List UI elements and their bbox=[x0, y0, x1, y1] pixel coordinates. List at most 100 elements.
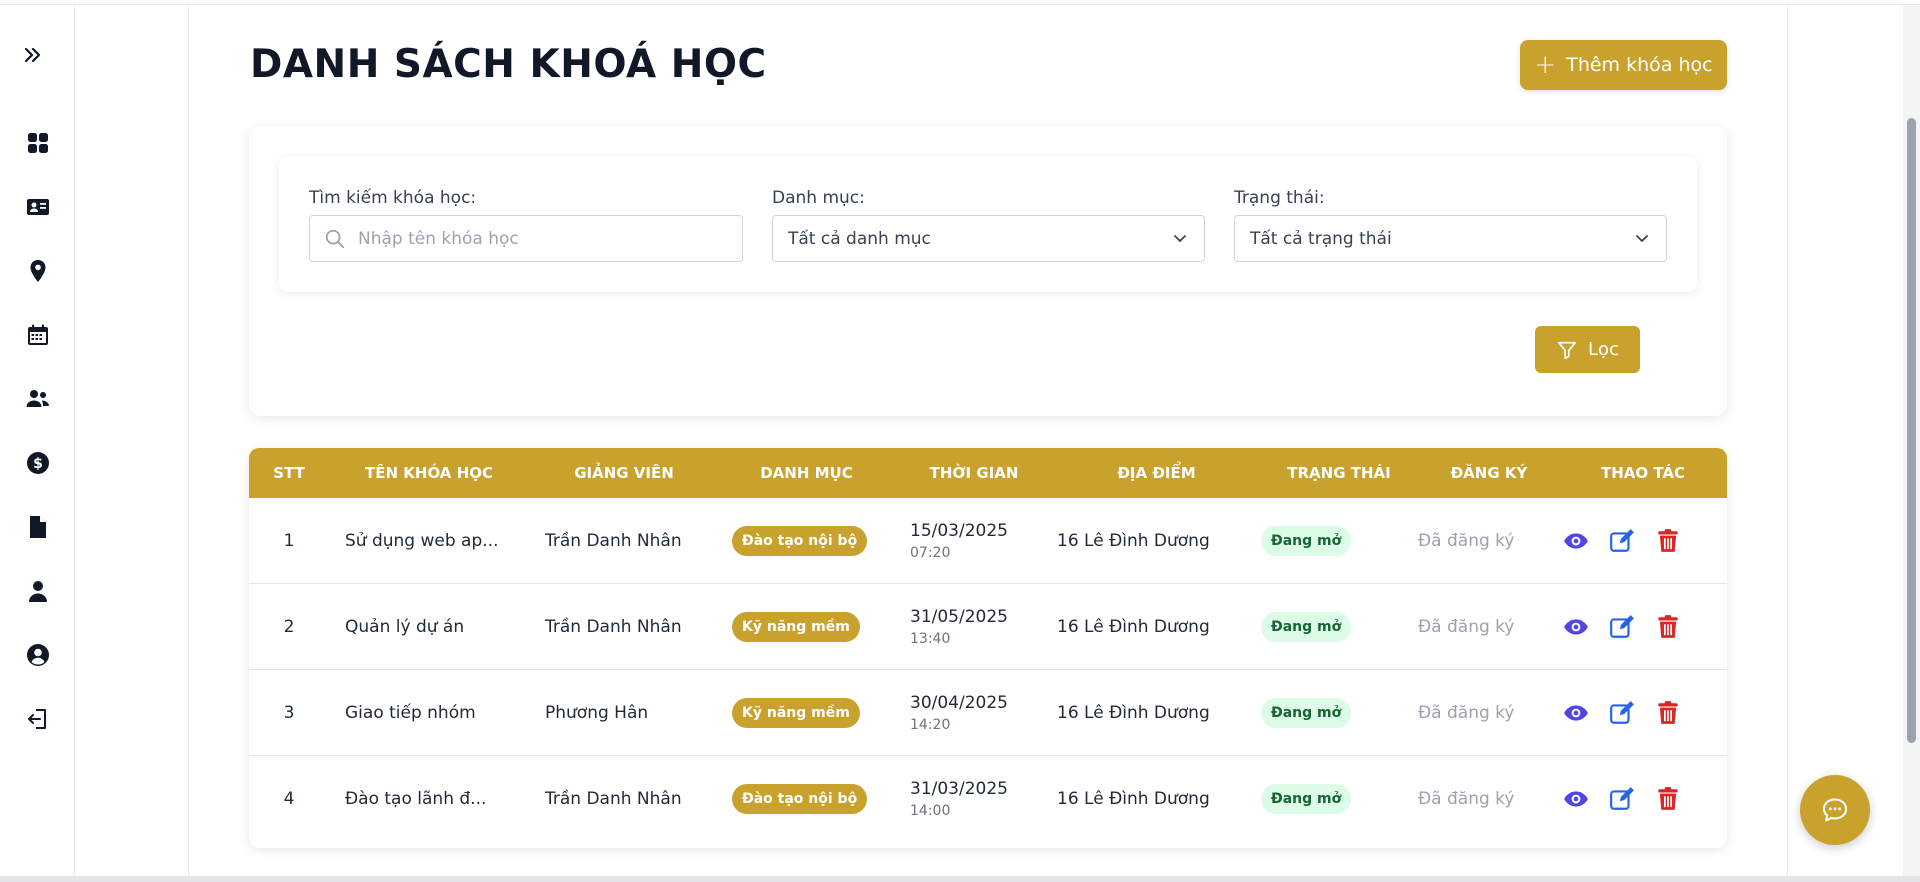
top-border bbox=[0, 0, 1920, 5]
row-course-name: Quản lý dự án bbox=[345, 617, 465, 637]
view-icon[interactable] bbox=[1562, 785, 1590, 813]
bottom-border bbox=[0, 876, 1920, 882]
category-badge: Kỹ năng mềm bbox=[732, 612, 860, 642]
row-date: 31/03/2025 bbox=[910, 779, 1008, 799]
dollar-icon[interactable]: $ bbox=[25, 450, 51, 476]
courses-table: STT TÊN KHÓA HỌC GIẢNG VIÊN DANH MỤC THỜ… bbox=[249, 448, 1727, 848]
filter-button[interactable]: Lọc bbox=[1535, 326, 1640, 373]
delete-icon[interactable] bbox=[1654, 613, 1682, 641]
logout-icon[interactable] bbox=[25, 706, 51, 732]
registration-status: Đã đăng ký bbox=[1418, 531, 1515, 551]
edit-icon[interactable] bbox=[1608, 527, 1636, 555]
row-teacher: Trần Danh Nhân bbox=[545, 617, 682, 637]
plus-icon: + bbox=[1534, 50, 1557, 80]
header-registration: ĐĂNG KÝ bbox=[1450, 464, 1528, 482]
row-time: 31/03/2025 14:00 bbox=[910, 779, 1008, 819]
left-panel bbox=[76, 6, 189, 878]
row-hour: 07:20 bbox=[910, 545, 951, 561]
table-header: STT TÊN KHÓA HỌC GIẢNG VIÊN DANH MỤC THỜ… bbox=[249, 448, 1727, 498]
chat-button[interactable] bbox=[1800, 775, 1870, 845]
search-icon bbox=[325, 229, 345, 248]
row-stt: 1 bbox=[283, 531, 295, 551]
header-course-name: TÊN KHÓA HỌC bbox=[365, 464, 493, 482]
status-badge: Đang mở bbox=[1261, 612, 1352, 642]
row-course-name: Giao tiếp nhóm bbox=[345, 703, 476, 723]
header-category: DANH MỤC bbox=[760, 464, 853, 482]
row-stt: 2 bbox=[283, 617, 295, 637]
row-stt: 3 bbox=[283, 703, 295, 723]
row-date: 15/03/2025 bbox=[910, 521, 1008, 541]
status-label: Trạng thái: bbox=[1234, 188, 1325, 208]
row-hour: 13:40 bbox=[910, 631, 951, 647]
delete-icon[interactable] bbox=[1654, 527, 1682, 555]
category-badge: Đào tạo nội bộ bbox=[732, 784, 868, 814]
row-time: 30/04/2025 14:20 bbox=[910, 693, 1008, 733]
header-status: TRẠNG THÁI bbox=[1287, 464, 1391, 482]
category-badge: Kỹ năng mềm bbox=[732, 698, 860, 728]
view-icon[interactable] bbox=[1562, 699, 1590, 727]
status-badge: Đang mở bbox=[1261, 698, 1352, 728]
file-icon[interactable] bbox=[25, 514, 51, 540]
category-badge: Đào tạo nội bộ bbox=[732, 526, 868, 556]
category-select[interactable]: Tất cả danh mục bbox=[772, 215, 1205, 262]
search-placeholder: Nhập tên khóa học bbox=[358, 228, 519, 249]
id-card-icon[interactable] bbox=[25, 194, 51, 220]
header-actions: THAO TÁC bbox=[1600, 464, 1686, 482]
category-value: Tất cả danh mục bbox=[788, 228, 931, 249]
row-location: 16 Lê Đình Dương bbox=[1057, 703, 1210, 723]
delete-icon[interactable] bbox=[1654, 699, 1682, 727]
category-label: Danh mục: bbox=[772, 188, 865, 208]
add-course-button[interactable]: + Thêm khóa học bbox=[1520, 40, 1727, 90]
table-row: 3 Giao tiếp nhóm Phương Hân Kỹ năng mềm … bbox=[249, 670, 1727, 756]
search-input[interactable]: Nhập tên khóa học bbox=[309, 215, 743, 262]
row-location: 16 Lê Đình Dương bbox=[1057, 789, 1210, 809]
table-row: 2 Quản lý dự án Trần Danh Nhân Kỹ năng m… bbox=[249, 584, 1727, 670]
filter-fields: Tìm kiếm khóa học: Nhập tên khóa học Dan… bbox=[279, 156, 1697, 292]
edit-icon[interactable] bbox=[1608, 699, 1636, 727]
row-time: 15/03/2025 07:20 bbox=[910, 521, 1008, 561]
calendar-icon[interactable] bbox=[25, 322, 51, 348]
row-date: 31/05/2025 bbox=[910, 607, 1008, 627]
filter-card: Tìm kiếm khóa học: Nhập tên khóa học Dan… bbox=[249, 126, 1727, 416]
search-label: Tìm kiếm khóa học: bbox=[309, 188, 477, 208]
svg-text:$: $ bbox=[33, 456, 43, 472]
row-location: 16 Lê Đình Dương bbox=[1057, 617, 1210, 637]
row-time: 31/05/2025 13:40 bbox=[910, 607, 1008, 647]
edit-icon[interactable] bbox=[1608, 785, 1636, 813]
users-icon[interactable] bbox=[25, 386, 51, 412]
table-row: 1 Sử dụng web ap... Trần Danh Nhân Đào t… bbox=[249, 498, 1727, 584]
edit-icon[interactable] bbox=[1608, 613, 1636, 641]
filter-icon bbox=[1557, 341, 1577, 359]
row-course-name: Đào tạo lãnh đ... bbox=[345, 789, 487, 809]
row-hour: 14:20 bbox=[910, 717, 951, 733]
scrollbar-thumb[interactable] bbox=[1907, 118, 1916, 743]
status-value: Tất cả trạng thái bbox=[1250, 228, 1392, 249]
status-select[interactable]: Tất cả trạng thái bbox=[1234, 215, 1667, 262]
view-icon[interactable] bbox=[1562, 613, 1590, 641]
registration-status: Đã đăng ký bbox=[1418, 617, 1515, 637]
chat-icon bbox=[1822, 798, 1848, 822]
header-stt: STT bbox=[273, 464, 305, 482]
view-icon[interactable] bbox=[1562, 527, 1590, 555]
row-teacher: Trần Danh Nhân bbox=[545, 531, 682, 551]
header-teacher: GIẢNG VIÊN bbox=[574, 464, 674, 482]
user-circle-icon[interactable] bbox=[25, 642, 51, 668]
header-time: THỜI GIAN bbox=[929, 464, 1019, 482]
chevron-down-icon bbox=[1636, 235, 1648, 242]
expand-icon[interactable] bbox=[20, 42, 46, 68]
delete-icon[interactable] bbox=[1654, 785, 1682, 813]
content-divider bbox=[1787, 6, 1788, 878]
filter-button-label: Lọc bbox=[1588, 339, 1619, 360]
sidebar: $ bbox=[0, 6, 75, 878]
status-badge: Đang mở bbox=[1261, 526, 1352, 556]
row-location: 16 Lê Đình Dương bbox=[1057, 531, 1210, 551]
chevron-down-icon bbox=[1174, 235, 1186, 242]
user-icon[interactable] bbox=[25, 578, 51, 604]
row-hour: 14:00 bbox=[910, 803, 951, 819]
row-teacher: Phương Hân bbox=[545, 703, 649, 723]
dashboard-icon[interactable] bbox=[25, 130, 51, 156]
row-course-name: Sử dụng web ap... bbox=[345, 531, 499, 551]
registration-status: Đã đăng ký bbox=[1418, 703, 1515, 723]
row-stt: 4 bbox=[283, 789, 295, 809]
location-icon[interactable] bbox=[25, 258, 51, 284]
